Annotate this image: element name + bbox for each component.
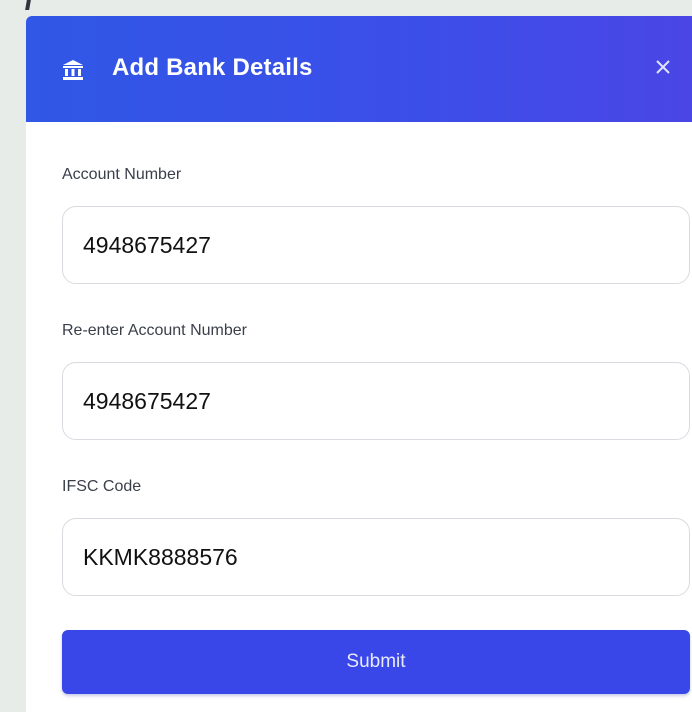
modal-title: Add Bank Details [112,54,313,81]
bank-icon [62,59,84,81]
add-bank-details-modal: Add Bank Details Account Number Re-enter… [26,16,692,712]
ifsc-code-label: IFSC Code [62,478,142,495]
submit-button[interactable]: Submit [62,630,690,694]
account-number-field[interactable] [62,206,690,284]
account-number-label: Account Number [62,166,182,183]
close-icon[interactable] [654,58,672,81]
reenter-account-number-field[interactable] [62,362,690,440]
background-mark [25,0,31,10]
ifsc-code-field[interactable] [62,518,690,596]
close-button[interactable] [648,54,678,84]
reenter-account-number-label: Re-enter Account Number [62,322,247,339]
modal-header: Add Bank Details [26,16,692,122]
